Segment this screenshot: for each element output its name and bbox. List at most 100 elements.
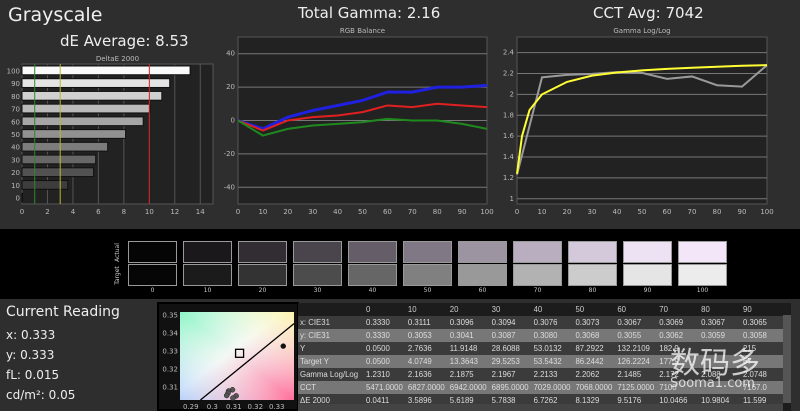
actual-swatch bbox=[183, 241, 232, 263]
table-cell: y: CIE31 bbox=[300, 331, 330, 340]
table-cell: 1.2310 bbox=[366, 370, 390, 379]
cie-chart: 0.29 0.3 0.31 0.32 0.33 0.35 0.34 0.33 0.32 0.31 bbox=[157, 302, 299, 411]
table-cell: 86.2442 bbox=[575, 357, 604, 366]
y-tick-label: 0 bbox=[16, 195, 20, 203]
table-cell: x: CIE31 bbox=[300, 318, 330, 327]
target-swatch bbox=[128, 264, 177, 286]
table-cell: 0.3073 bbox=[575, 318, 600, 327]
table-cell: 11.9148 bbox=[449, 344, 478, 353]
x-tick-label: 10 bbox=[145, 208, 154, 216]
table-cell: 7068.0000 bbox=[575, 383, 613, 392]
table-cell: 53.0132 bbox=[533, 344, 562, 353]
target-swatch bbox=[238, 264, 287, 286]
x-tick-label: 20 bbox=[283, 208, 292, 216]
swatch-label: 50 bbox=[423, 287, 432, 294]
y-tick-label: 0.32 bbox=[162, 365, 178, 373]
y-tick-label: 20 bbox=[11, 169, 20, 177]
table-cell: 4.0749 bbox=[407, 357, 432, 366]
y-tick-label: 50 bbox=[11, 131, 20, 139]
table-cell: 13.3643 bbox=[449, 357, 478, 366]
y-tick-label: 0.33 bbox=[162, 348, 178, 356]
bar bbox=[21, 180, 69, 190]
y-tick-label: 20 bbox=[226, 83, 235, 91]
column-header: 60 bbox=[615, 303, 658, 316]
table-cell: 0.3068 bbox=[575, 331, 600, 340]
column-header: 10 bbox=[405, 303, 448, 316]
chart-title: Gamma Log/Log bbox=[613, 27, 670, 35]
table-cell: 5471.0000 bbox=[366, 383, 403, 392]
table-cell: 7029.0000 bbox=[533, 383, 571, 392]
target-swatch bbox=[678, 264, 727, 286]
column-header: 70 bbox=[657, 303, 700, 316]
y-tick-label: 90 bbox=[11, 80, 20, 88]
table-cell: 2.2133 bbox=[533, 370, 558, 379]
target-swatch bbox=[403, 264, 452, 286]
table-cell: 2.7636 bbox=[407, 344, 432, 353]
x-tick-label: 0.31 bbox=[226, 403, 242, 411]
table-cell: 2.1636 bbox=[407, 370, 432, 379]
x-tick-label: 10 bbox=[538, 208, 547, 216]
table-cell: 2.1485 bbox=[617, 370, 642, 379]
x-tick-label: 4 bbox=[71, 208, 76, 216]
x-tick-label: 40 bbox=[333, 208, 342, 216]
watermark-logo: 数码多 Sooma1.com bbox=[670, 346, 760, 391]
table-cell: 2.1875 bbox=[449, 370, 474, 379]
bar bbox=[21, 154, 97, 165]
y-tick-label: 1.6 bbox=[503, 132, 515, 140]
swatch-label: 60 bbox=[478, 287, 487, 294]
x-tick-label: 70 bbox=[408, 208, 417, 216]
chromaticity-overlay bbox=[180, 312, 294, 400]
target-swatch bbox=[513, 264, 562, 286]
table-cell: 29.5253 bbox=[491, 357, 520, 366]
y-tick-label: 100 bbox=[7, 67, 20, 75]
swatch-label: 40 bbox=[368, 287, 377, 294]
swatch-strip: 0 10 20 30 40 50 60 70 80 90 100 Actual Target bbox=[0, 229, 800, 299]
table-cell: CCT bbox=[300, 383, 317, 392]
column-header: 30 bbox=[489, 303, 532, 316]
table-vertical-scrollbar[interactable] bbox=[783, 315, 791, 403]
bar bbox=[21, 103, 151, 114]
table-cell: 0.3094 bbox=[491, 318, 516, 327]
x-tick-label: 0 bbox=[236, 208, 240, 216]
bar bbox=[21, 129, 127, 139]
swatch-row-label: Target bbox=[113, 266, 121, 285]
swatch-label: 20 bbox=[258, 287, 267, 294]
charts-area: DeltaE 20000 2 4 6 8 10 12 14010203040506070809… bbox=[7, 27, 774, 216]
swatch-label: 100 bbox=[696, 287, 709, 294]
target-swatch bbox=[623, 264, 672, 286]
measurement-point bbox=[230, 395, 236, 401]
y-tick-label: 1.4 bbox=[503, 153, 515, 161]
x-tick-label: 50 bbox=[638, 208, 647, 216]
current-reading-title: Current Reading bbox=[6, 304, 120, 320]
y-tick-label: -20 bbox=[224, 150, 235, 158]
x-tick-label: 60 bbox=[663, 208, 672, 216]
x-tick-label: 10 bbox=[258, 208, 267, 216]
table-horizontal-scrollbar[interactable] bbox=[298, 404, 783, 411]
table-cell: 0.3330 bbox=[366, 318, 390, 327]
x-tick-label: 8 bbox=[122, 208, 126, 216]
table-cell: 0.0500 bbox=[366, 344, 390, 353]
y-tick-label: 0 bbox=[231, 117, 235, 125]
y-tick-label: 0.34 bbox=[162, 330, 178, 338]
swatch-label: 30 bbox=[313, 287, 322, 294]
table-cell: 0.3076 bbox=[533, 318, 558, 327]
table-cell: 2.2062 bbox=[575, 370, 600, 379]
x-tick-label: 40 bbox=[613, 208, 622, 216]
table-cell: 7125.0000 bbox=[617, 383, 655, 392]
bar bbox=[21, 65, 191, 76]
target-swatch bbox=[458, 264, 507, 286]
swatch-label: 10 bbox=[203, 287, 212, 294]
x-tick-label: 0.32 bbox=[247, 403, 263, 411]
bar bbox=[21, 192, 24, 203]
bar bbox=[21, 78, 171, 88]
y-tick-label: 0.35 bbox=[162, 312, 178, 320]
x-tick-label: 14 bbox=[196, 208, 205, 216]
x-tick-label: 100 bbox=[480, 208, 493, 216]
x-tick-label: 0 bbox=[20, 208, 24, 216]
table-cell: 0.3055 bbox=[617, 331, 642, 340]
target-swatch bbox=[293, 264, 342, 286]
bar bbox=[21, 167, 95, 178]
x-tick-label: 0.29 bbox=[183, 403, 199, 411]
actual-swatch bbox=[513, 241, 562, 263]
y-tick-label: -40 bbox=[224, 183, 235, 191]
